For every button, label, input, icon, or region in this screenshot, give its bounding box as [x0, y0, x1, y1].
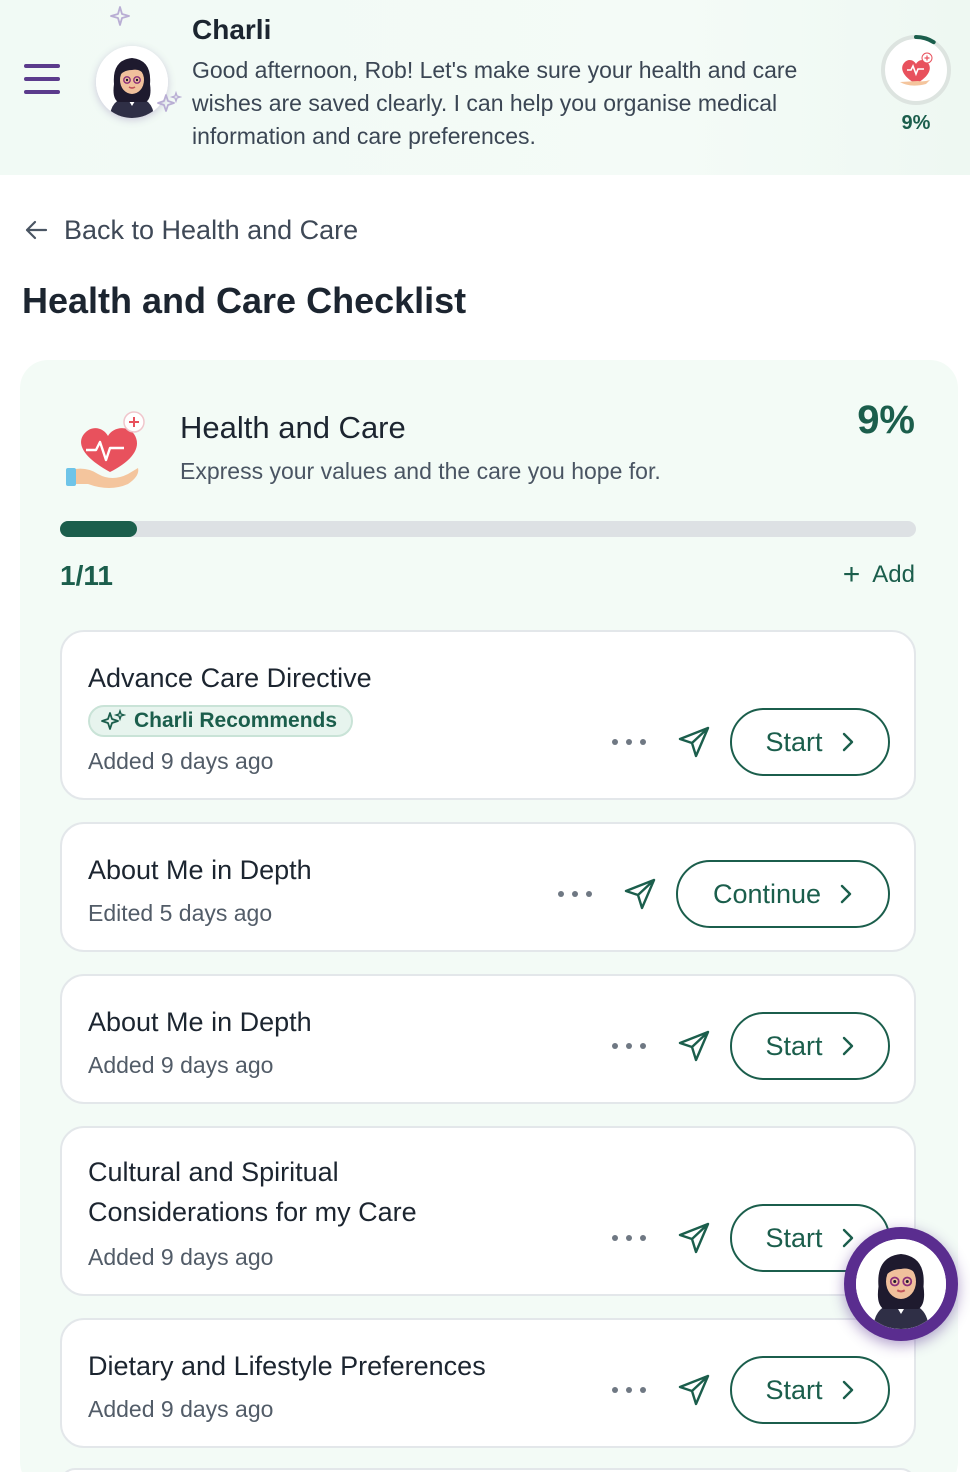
- assistant-message: Good afternoon, Rob! Let's make sure you…: [192, 57, 798, 149]
- start-button[interactable]: Start: [730, 1012, 890, 1080]
- page-title: Health and Care Checklist: [22, 280, 467, 321]
- add-button[interactable]: + Add: [843, 560, 915, 590]
- more-dots-icon[interactable]: [558, 884, 592, 904]
- plus-icon: +: [842, 558, 861, 591]
- start-button[interactable]: Start: [730, 1356, 890, 1424]
- sparkle-icon: [110, 6, 130, 26]
- assistant-avatar: [856, 1239, 946, 1329]
- add-button-label: Add: [872, 561, 915, 588]
- more-dots-icon[interactable]: [612, 1228, 646, 1248]
- more-dots-icon[interactable]: [612, 732, 646, 752]
- section-title: Health and Care: [180, 410, 406, 445]
- item-title: About Me in Depth: [88, 855, 312, 885]
- completed-count: 1/11: [60, 560, 113, 591]
- start-button-label: Start: [765, 1030, 823, 1061]
- send-icon[interactable]: [622, 876, 658, 912]
- assistant-chat-button[interactable]: [844, 1227, 958, 1341]
- start-button-label: Start: [765, 726, 823, 757]
- checklist-item[interactable]: Dietary and Lifestyle Preferences Added …: [60, 1318, 916, 1448]
- chevron-right-icon: [842, 732, 853, 752]
- start-button[interactable]: Start: [730, 708, 890, 776]
- progress-ring-label: 9%: [901, 112, 931, 134]
- recommendation-badge-label: Charli Recommends: [134, 709, 338, 732]
- section-percent: 9%: [857, 398, 915, 442]
- more-dots-icon[interactable]: [612, 1036, 646, 1056]
- checklist-item[interactable]: Advance Care Directive Charli Recommends…: [60, 630, 916, 800]
- item-meta: Added 9 days ago: [88, 1052, 274, 1078]
- assistant-name: Charli: [192, 14, 272, 45]
- section-progress-fill: [60, 521, 138, 537]
- item-meta: Added 9 days ago: [88, 1244, 274, 1270]
- assistant-header: Charli Good afternoon, Rob! Let's make s…: [0, 0, 970, 175]
- item-meta: Edited 5 days ago: [88, 900, 273, 926]
- arrow-left-icon: [25, 220, 48, 240]
- chevron-right-icon: [842, 1228, 853, 1248]
- checklist-item[interactable]: About Me in Depth Added 9 days ago Start: [60, 974, 916, 1104]
- more-dots-icon[interactable]: [612, 1380, 646, 1400]
- continue-button[interactable]: Continue: [676, 860, 890, 928]
- start-button-label: Start: [765, 1222, 823, 1253]
- hamburger-menu-icon[interactable]: [24, 64, 60, 100]
- back-link-label: Back to Health and Care: [64, 214, 359, 245]
- start-button-label: Start: [765, 1374, 823, 1405]
- back-link[interactable]: Back to Health and Care: [22, 210, 358, 250]
- item-title: About Me in Depth: [88, 1007, 312, 1037]
- item-title-line-1: Cultural and Spiritual: [88, 1157, 339, 1187]
- section-progress-bar: [60, 521, 916, 537]
- sparkle-icon: [157, 90, 182, 112]
- send-icon[interactable]: [676, 1028, 712, 1064]
- checklist-item[interactable]: Cultural and Spiritual Considerations fo…: [60, 1126, 916, 1296]
- sparkle-icon: [101, 709, 126, 730]
- item-meta: Added 9 days ago: [88, 1396, 274, 1422]
- item-title: Advance Care Directive: [88, 663, 372, 693]
- chevron-right-icon: [842, 1036, 853, 1056]
- item-meta: Added 9 days ago: [88, 748, 274, 774]
- item-title: Dietary and Lifestyle Preferences: [88, 1351, 486, 1381]
- item-title-line-2: Considerations for my Care: [88, 1197, 417, 1227]
- chevron-right-icon: [840, 884, 852, 904]
- checklist-item[interactable]: About Me in Depth Edited 5 days ago Cont…: [60, 822, 916, 952]
- heart-hand-icon: [66, 411, 145, 488]
- send-icon[interactable]: [676, 724, 712, 760]
- checklist-item-partial: [60, 1468, 916, 1472]
- recommendation-badge: Charli Recommends: [88, 705, 354, 737]
- send-icon[interactable]: [676, 1220, 712, 1256]
- continue-button-label: Continue: [712, 878, 822, 909]
- send-icon[interactable]: [676, 1372, 712, 1408]
- section-subtitle: Express your values and the care you hop…: [180, 458, 661, 484]
- progress-ring[interactable]: [880, 34, 952, 106]
- chevron-right-icon: [842, 1380, 853, 1400]
